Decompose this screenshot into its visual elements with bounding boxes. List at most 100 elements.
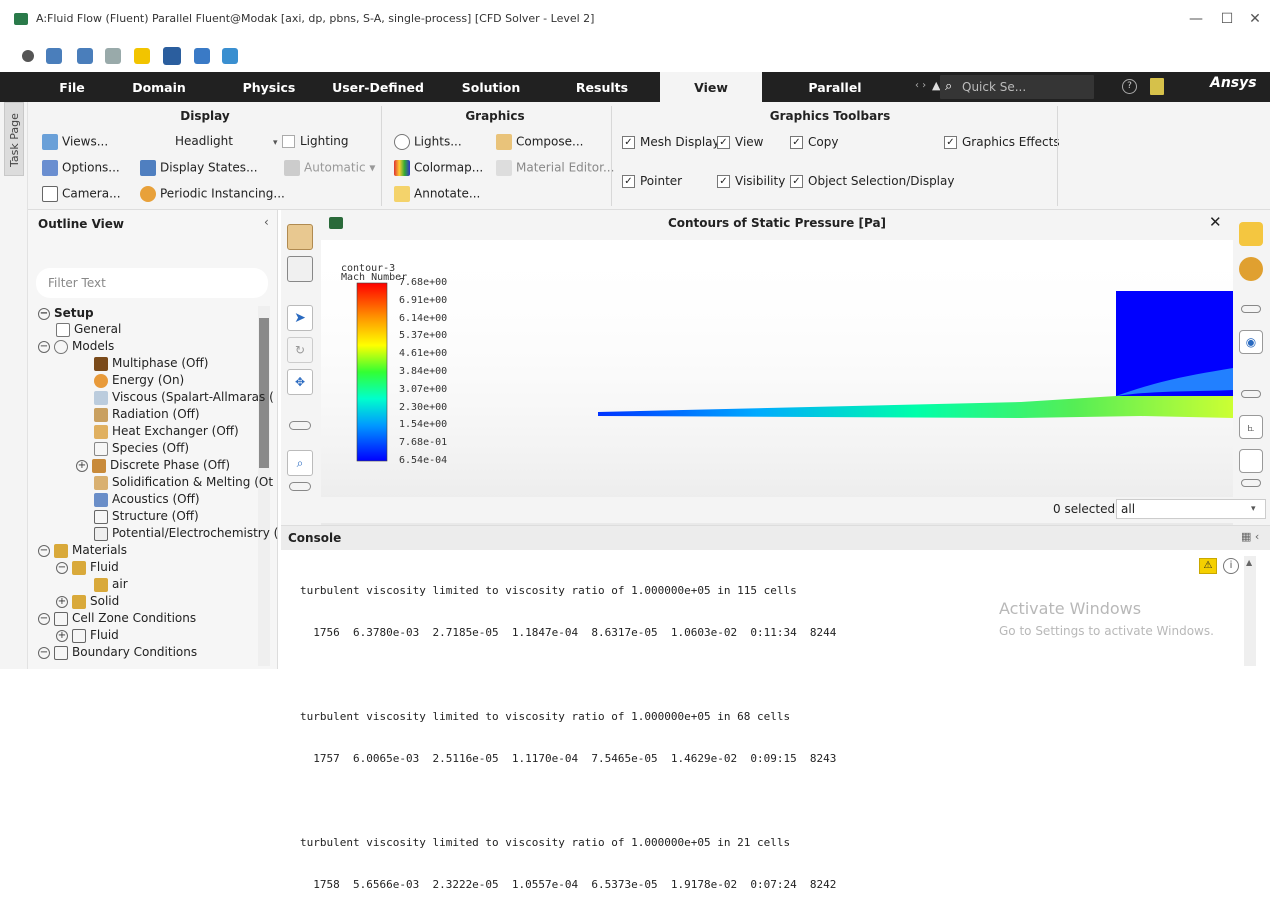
- periodic-label: Periodic Instancing...: [160, 186, 285, 201]
- tree-discrete-phase[interactable]: + Discrete Phase (Off): [76, 458, 230, 473]
- close-graphics-icon[interactable]: ✕: [1209, 213, 1222, 231]
- colormap-button[interactable]: Colormap...: [394, 160, 483, 176]
- toolbar-handle-icon[interactable]: [1241, 479, 1261, 487]
- parameter-icon[interactable]: [194, 48, 210, 64]
- tree-air[interactable]: air: [94, 577, 128, 592]
- display-states-button[interactable]: Display States...: [140, 160, 258, 176]
- tree-models[interactable]: − Models: [38, 339, 114, 354]
- toolbar-handle-icon[interactable]: [1241, 390, 1261, 398]
- close-window-button[interactable]: ✕: [1241, 8, 1269, 30]
- lighting-checkbox[interactable]: Lighting: [282, 134, 349, 148]
- pointer-checkbox[interactable]: ✓ Pointer: [622, 174, 682, 188]
- menu-user-defined[interactable]: User-Defined: [330, 72, 426, 102]
- selection-filter-dropdown[interactable]: all ▾: [1116, 499, 1266, 519]
- mesh-icon[interactable]: [287, 224, 313, 250]
- cube-icon[interactable]: [287, 256, 313, 282]
- workbench-icon[interactable]: [163, 47, 181, 65]
- copy-checkbox[interactable]: ✓ Copy: [790, 135, 838, 149]
- console-scrollbar[interactable]: ▲: [1244, 556, 1256, 666]
- tree-viscous[interactable]: Viscous (Spalart-Allmaras (: [94, 390, 274, 405]
- tree-solid[interactable]: + Solid: [56, 594, 119, 609]
- graphics-title: Contours of Static Pressure [Pa]: [667, 216, 887, 230]
- maximize-button[interactable]: ☐: [1213, 8, 1241, 30]
- tree-label: Viscous (Spalart-Allmaras (: [112, 390, 274, 404]
- periodic-instancing-button[interactable]: Periodic Instancing...: [140, 186, 285, 202]
- tree-general[interactable]: General: [56, 322, 121, 337]
- tree-solidification[interactable]: Solidification & Melting (Ot: [94, 475, 273, 490]
- materials-icon: [54, 543, 68, 558]
- tree-heat-exchanger[interactable]: Heat Exchanger (Off): [94, 424, 239, 439]
- rotate-icon[interactable]: ↻: [287, 337, 313, 363]
- tree-cell-zone-conditions[interactable]: − Cell Zone Conditions: [38, 611, 196, 626]
- tree-energy[interactable]: Energy (On): [94, 373, 184, 388]
- options-button[interactable]: Options...: [42, 160, 120, 176]
- window-layout-icon[interactable]: [1239, 449, 1263, 473]
- quick-search-input[interactable]: ⌕ Quick Se...: [940, 75, 1094, 99]
- mdi-icon[interactable]: [222, 48, 238, 64]
- pointer-icon[interactable]: ➤: [287, 305, 313, 331]
- camera-icon: [42, 186, 58, 202]
- tree-structure[interactable]: Structure (Off): [94, 509, 199, 524]
- legend-tick-label: 2.30e+00: [399, 401, 448, 413]
- annotate-button[interactable]: Annotate...: [394, 186, 480, 202]
- toolbar-handle-icon[interactable]: [289, 421, 311, 430]
- radiation-icon: [94, 407, 108, 422]
- menu-results[interactable]: Results: [570, 72, 634, 102]
- menu-domain[interactable]: Domain: [128, 72, 190, 102]
- ribbon-scroll-icon[interactable]: ‹ ›: [915, 80, 926, 91]
- visibility-eye-icon[interactable]: ◉: [1239, 330, 1263, 354]
- save-icon[interactable]: [77, 48, 93, 64]
- menu-solution[interactable]: Solution: [455, 72, 527, 102]
- menu-parallel[interactable]: Parallel: [785, 72, 885, 102]
- tree-setup[interactable]: − Setup: [38, 306, 94, 320]
- zoom-icon[interactable]: ⌕: [287, 450, 313, 476]
- acoustics-icon: [94, 492, 108, 507]
- menu-file[interactable]: File: [48, 72, 96, 102]
- scroll-up-icon[interactable]: ▲: [1246, 558, 1252, 567]
- tree-label: Species (Off): [112, 441, 190, 455]
- pan-icon[interactable]: ✥: [287, 369, 313, 395]
- lights-button[interactable]: Lights...: [394, 134, 462, 150]
- tree-species[interactable]: Species (Off): [94, 441, 189, 456]
- tree-materials[interactable]: − Materials: [38, 543, 127, 558]
- toolbar-handle-icon[interactable]: [289, 482, 311, 491]
- tree-fluid-material[interactable]: − Fluid: [56, 560, 119, 575]
- open-icon[interactable]: [46, 48, 62, 64]
- tree-boundary-conditions[interactable]: − Boundary Conditions: [38, 645, 197, 660]
- record-icon[interactable]: [22, 50, 34, 62]
- object-selection-checkbox[interactable]: ✓ Object Selection/Display: [790, 174, 954, 188]
- visibility-checkbox[interactable]: ✓ Visibility: [717, 174, 785, 188]
- info-icon[interactable]: i: [1223, 558, 1239, 574]
- toolbar-handle-icon[interactable]: [1241, 305, 1261, 313]
- headlight-dropdown[interactable]: Headlight ▾: [175, 134, 278, 148]
- warning-icon[interactable]: ⚠: [1199, 558, 1217, 574]
- fit-view-icon[interactable]: [1239, 222, 1263, 246]
- tree-multiphase[interactable]: Multiphase (Off): [94, 356, 208, 371]
- compose-button[interactable]: Compose...: [496, 134, 583, 150]
- help-icon[interactable]: ?: [1122, 79, 1137, 94]
- tree-fluid-zone[interactable]: + Fluid: [56, 628, 119, 643]
- tree-radiation[interactable]: Radiation (Off): [94, 407, 200, 422]
- notes-icon[interactable]: [1150, 78, 1164, 95]
- selected-count: 0 selected: [1053, 502, 1116, 516]
- lightning-icon[interactable]: [134, 48, 150, 64]
- reload-icon[interactable]: [105, 48, 121, 64]
- filter-text-input[interactable]: Filter Text: [36, 268, 268, 298]
- camera-button[interactable]: Camera...: [42, 186, 121, 202]
- console-panel[interactable]: Console ▦ ‹ ⚠ i ▲ turbulent viscosity li…: [281, 525, 1270, 891]
- menu-view[interactable]: View: [660, 72, 762, 102]
- plot-icon[interactable]: ⦜: [1239, 415, 1263, 439]
- tree-acoustics[interactable]: Acoustics (Off): [94, 492, 200, 507]
- minimize-button[interactable]: —: [1182, 8, 1210, 30]
- console-menu-icon[interactable]: ▦ ‹: [1241, 530, 1259, 543]
- task-page-tab[interactable]: Task Page: [4, 102, 24, 176]
- tree-potential[interactable]: Potential/Electrochemistry (: [94, 526, 278, 541]
- menu-physics[interactable]: Physics: [240, 72, 298, 102]
- views-button[interactable]: Views...: [42, 134, 108, 150]
- graphics-effects-checkbox[interactable]: ✓ Graphics Effects: [944, 135, 1060, 149]
- collapse-outline-icon[interactable]: ‹: [264, 215, 269, 229]
- zoom-fit-icon[interactable]: [1239, 257, 1263, 281]
- view-toolbar-checkbox[interactable]: ✓ View: [717, 135, 763, 149]
- mesh-display-checkbox[interactable]: ✓ Mesh Display: [622, 135, 720, 149]
- graphics-window[interactable]: Contours of Static Pressure [Pa] ✕ conto…: [321, 210, 1233, 525]
